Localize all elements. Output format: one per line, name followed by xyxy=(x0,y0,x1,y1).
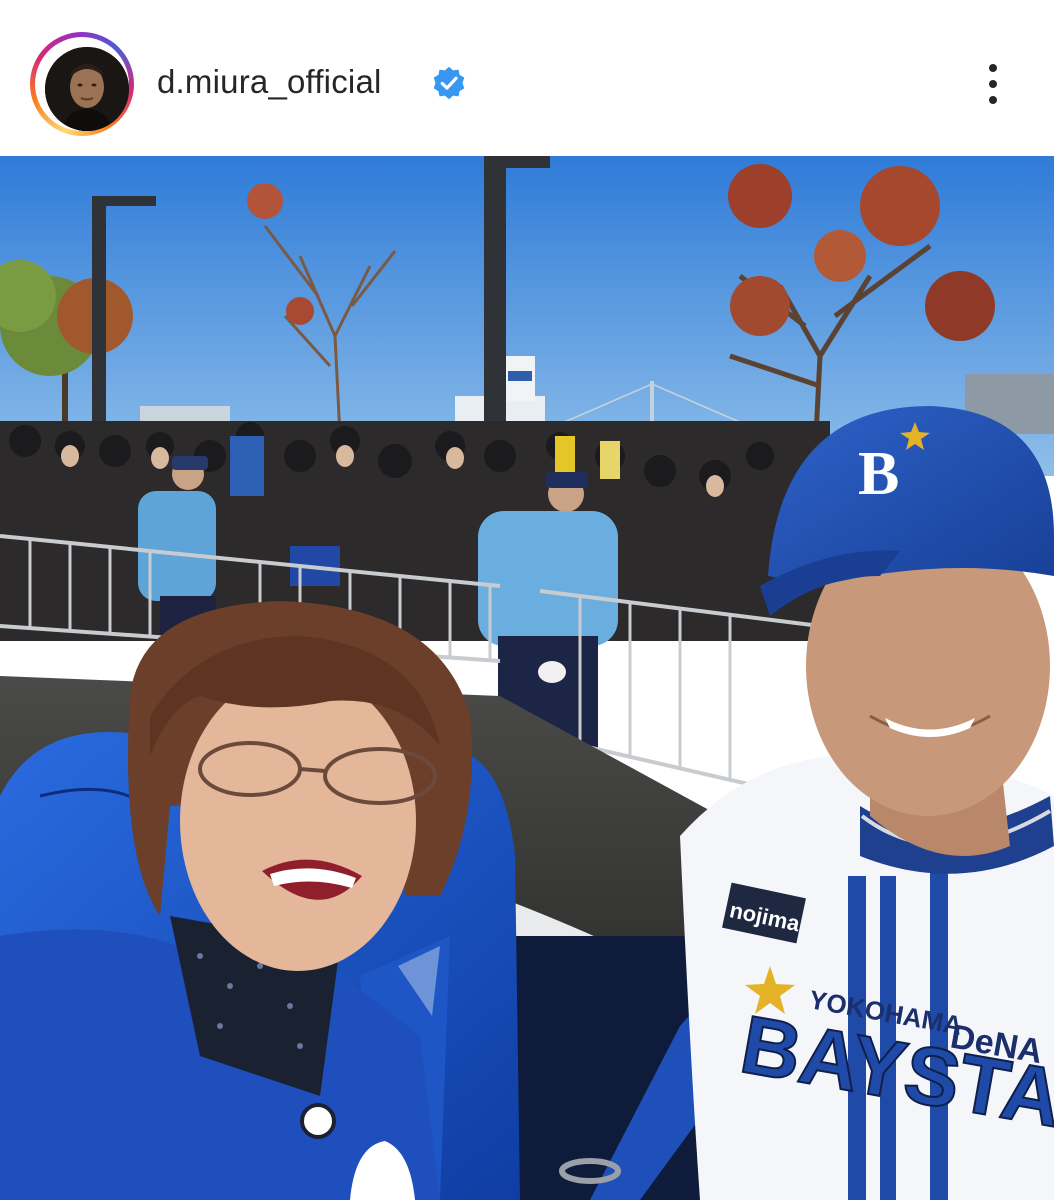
username[interactable]: d.miura_official xyxy=(157,62,382,102)
verified-badge-icon xyxy=(433,66,465,100)
story-ring[interactable] xyxy=(30,32,134,136)
profile-avatar[interactable] xyxy=(45,47,129,131)
avatar-portrait xyxy=(45,47,129,131)
parade-selfie-image: B nojima YOKOHAMA DeNA BAYSTARS xyxy=(0,156,1054,1200)
post-header: d.miura_official xyxy=(0,0,1054,156)
avatar-gap xyxy=(35,37,129,131)
crowd xyxy=(0,421,830,641)
cap-logo: B xyxy=(858,440,899,508)
more-options-icon[interactable] xyxy=(973,58,1013,110)
instagram-post: d.miura_official B nojima YOKOHAMA DeNA … xyxy=(0,0,1054,1200)
post-photo[interactable]: B nojima YOKOHAMA DeNA BAYSTARS xyxy=(0,156,1054,1200)
